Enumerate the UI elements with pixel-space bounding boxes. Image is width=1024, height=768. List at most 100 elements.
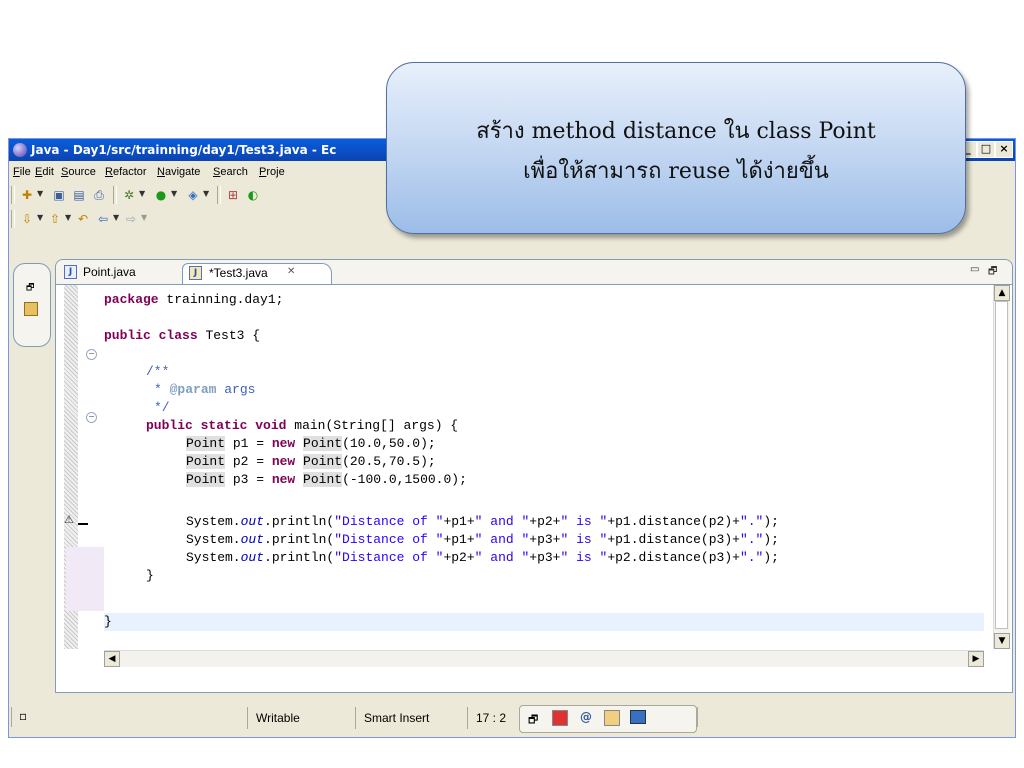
menu-refactor[interactable]: Refactor	[105, 166, 147, 178]
console-icon[interactable]	[630, 710, 646, 724]
print-icon[interactable]: ⎙	[91, 187, 107, 203]
package-explorer-icon[interactable]	[24, 302, 38, 316]
last-edit-icon[interactable]: ↶	[75, 211, 91, 227]
tab-point-java[interactable]: J Point.java	[64, 263, 174, 283]
fast-view-icon[interactable]: ▫	[19, 709, 27, 723]
restore-icon[interactable]: 🗗	[26, 280, 34, 296]
close-tab-icon[interactable]: ✕	[287, 266, 295, 277]
status-bar: ▫ Writable Smart Insert 17 : 2 🗗 @	[9, 693, 1015, 737]
maximize-button[interactable]: □	[977, 141, 995, 158]
code-text: .println(	[264, 532, 335, 547]
callout-line-2: เพื่อให้สามารถ reuse ได้ง่ายขึ้น	[523, 159, 829, 184]
menu-navigate[interactable]: Navigate	[157, 166, 200, 178]
keyword: static	[200, 418, 248, 433]
menu-edit[interactable]: Edit	[35, 166, 54, 178]
comment: */	[154, 400, 170, 415]
fold-toggle-icon[interactable]: −	[86, 412, 97, 423]
code-text: +p1+	[443, 532, 475, 547]
new-package-icon[interactable]: ⊞	[225, 187, 241, 203]
close-window-button[interactable]: ×	[995, 141, 1013, 158]
comment: /**	[146, 364, 170, 379]
chevron-down-icon[interactable]: ▼	[139, 189, 147, 201]
new-icon[interactable]: ✚	[19, 187, 35, 203]
new-class-icon[interactable]: ◐	[245, 187, 261, 203]
menu-project[interactable]: Proje	[259, 166, 285, 178]
javadoc-icon[interactable]: @	[580, 710, 592, 724]
code-text: p2 =	[225, 454, 272, 469]
code-line: public static void main(String[] args) {	[146, 417, 458, 435]
run-icon[interactable]: ●	[153, 187, 169, 203]
vertical-scrollbar[interactable]: ▲ ▼	[993, 285, 1010, 649]
problems-icon[interactable]	[552, 710, 568, 726]
chevron-down-icon[interactable]: ▼	[65, 213, 73, 225]
editor-area: J Point.java J *Test3.java ✕ ▭ 🗗 ⚠ − − p…	[55, 259, 1013, 693]
debug-icon[interactable]: ✲	[121, 187, 137, 203]
code-editor[interactable]: package trainning.day1; public class Tes…	[104, 285, 984, 649]
tab-test3-java[interactable]: J *Test3.java ✕	[182, 263, 332, 284]
code-line: Point p1 = new Point(10.0,50.0);	[186, 435, 436, 453]
string-literal: "."	[739, 532, 764, 547]
back-icon[interactable]: ⇦	[95, 211, 111, 227]
horizontal-scrollbar[interactable]: ◀ ▶	[104, 650, 984, 667]
keyword: new	[271, 454, 296, 469]
code-text: +p2+	[443, 550, 475, 565]
string-literal: " is "	[560, 550, 608, 565]
java-file-icon: J	[64, 265, 77, 279]
fold-toggle-icon[interactable]: −	[86, 349, 97, 360]
static-field: out	[240, 532, 265, 547]
scrollbar-thumb[interactable]	[995, 301, 1008, 629]
annotation-up-icon[interactable]: ⇧	[47, 211, 63, 227]
declaration-icon[interactable]	[604, 710, 620, 726]
chevron-down-icon[interactable]: ▼	[203, 189, 211, 201]
java-file-icon: J	[189, 266, 202, 280]
code-line: package trainning.day1;	[104, 291, 283, 309]
scroll-down-icon[interactable]: ▼	[994, 633, 1010, 649]
toolbar-separator	[217, 186, 221, 204]
occurrence-highlight: Point	[186, 436, 226, 451]
code-text: +p1.distance(p3)+	[607, 532, 740, 547]
chevron-down-icon[interactable]: ▼	[171, 189, 179, 201]
chevron-down-icon[interactable]: ▼	[37, 213, 45, 225]
save-icon[interactable]: ▣	[51, 187, 67, 203]
toolbar-separator	[113, 186, 117, 204]
tab-label: *Test3.java	[209, 266, 268, 280]
code-text: );	[763, 514, 779, 529]
external-tools-icon[interactable]: ◈	[185, 187, 201, 203]
maximize-view-icon[interactable]: 🗗	[988, 264, 997, 281]
menu-file[interactable]: File	[13, 166, 31, 178]
lock-warning-icon[interactable]: ⚠	[64, 513, 78, 526]
string-literal: "."	[739, 514, 764, 529]
code-line: */	[154, 399, 170, 417]
string-literal: "."	[739, 550, 764, 565]
code-text: +p1+	[443, 514, 475, 529]
code-line: /**	[146, 363, 169, 381]
scroll-right-icon[interactable]: ▶	[968, 651, 984, 667]
toolbar-separator	[11, 186, 15, 204]
chevron-down-icon[interactable]: ▼	[141, 213, 149, 225]
forward-icon[interactable]: ⇨	[123, 211, 139, 227]
static-field: out	[240, 550, 265, 565]
code-text: (20.5,70.5);	[342, 454, 436, 469]
code-text: +p3+	[529, 550, 561, 565]
scroll-up-icon[interactable]: ▲	[994, 285, 1010, 301]
status-writable: Writable	[247, 707, 356, 729]
code-line: System.out.println("Distance of "+p1+" a…	[186, 513, 779, 531]
annotation-ruler: ⚠	[64, 285, 104, 649]
save-all-icon[interactable]: ▤	[71, 187, 87, 203]
minimize-view-icon[interactable]: ▭	[970, 264, 979, 275]
menu-source[interactable]: Source	[61, 166, 96, 178]
annotation-down-icon[interactable]: ⇩	[19, 211, 35, 227]
scroll-left-icon[interactable]: ◀	[104, 651, 120, 667]
chevron-down-icon[interactable]: ▼	[37, 189, 45, 201]
status-separator	[11, 707, 14, 727]
code-line: System.out.println("Distance of "+p2+" a…	[186, 549, 779, 567]
comment: args	[216, 382, 256, 397]
code-text: }	[104, 614, 112, 629]
menu-search[interactable]: Search	[213, 166, 248, 178]
chevron-down-icon[interactable]: ▼	[113, 213, 121, 225]
code-text: Test3 {	[197, 328, 261, 343]
code-text: );	[763, 532, 779, 547]
status-insert-mode: Smart Insert	[355, 707, 458, 729]
restore-icon[interactable]: 🗗	[528, 711, 538, 730]
string-literal: " and "	[474, 514, 530, 529]
